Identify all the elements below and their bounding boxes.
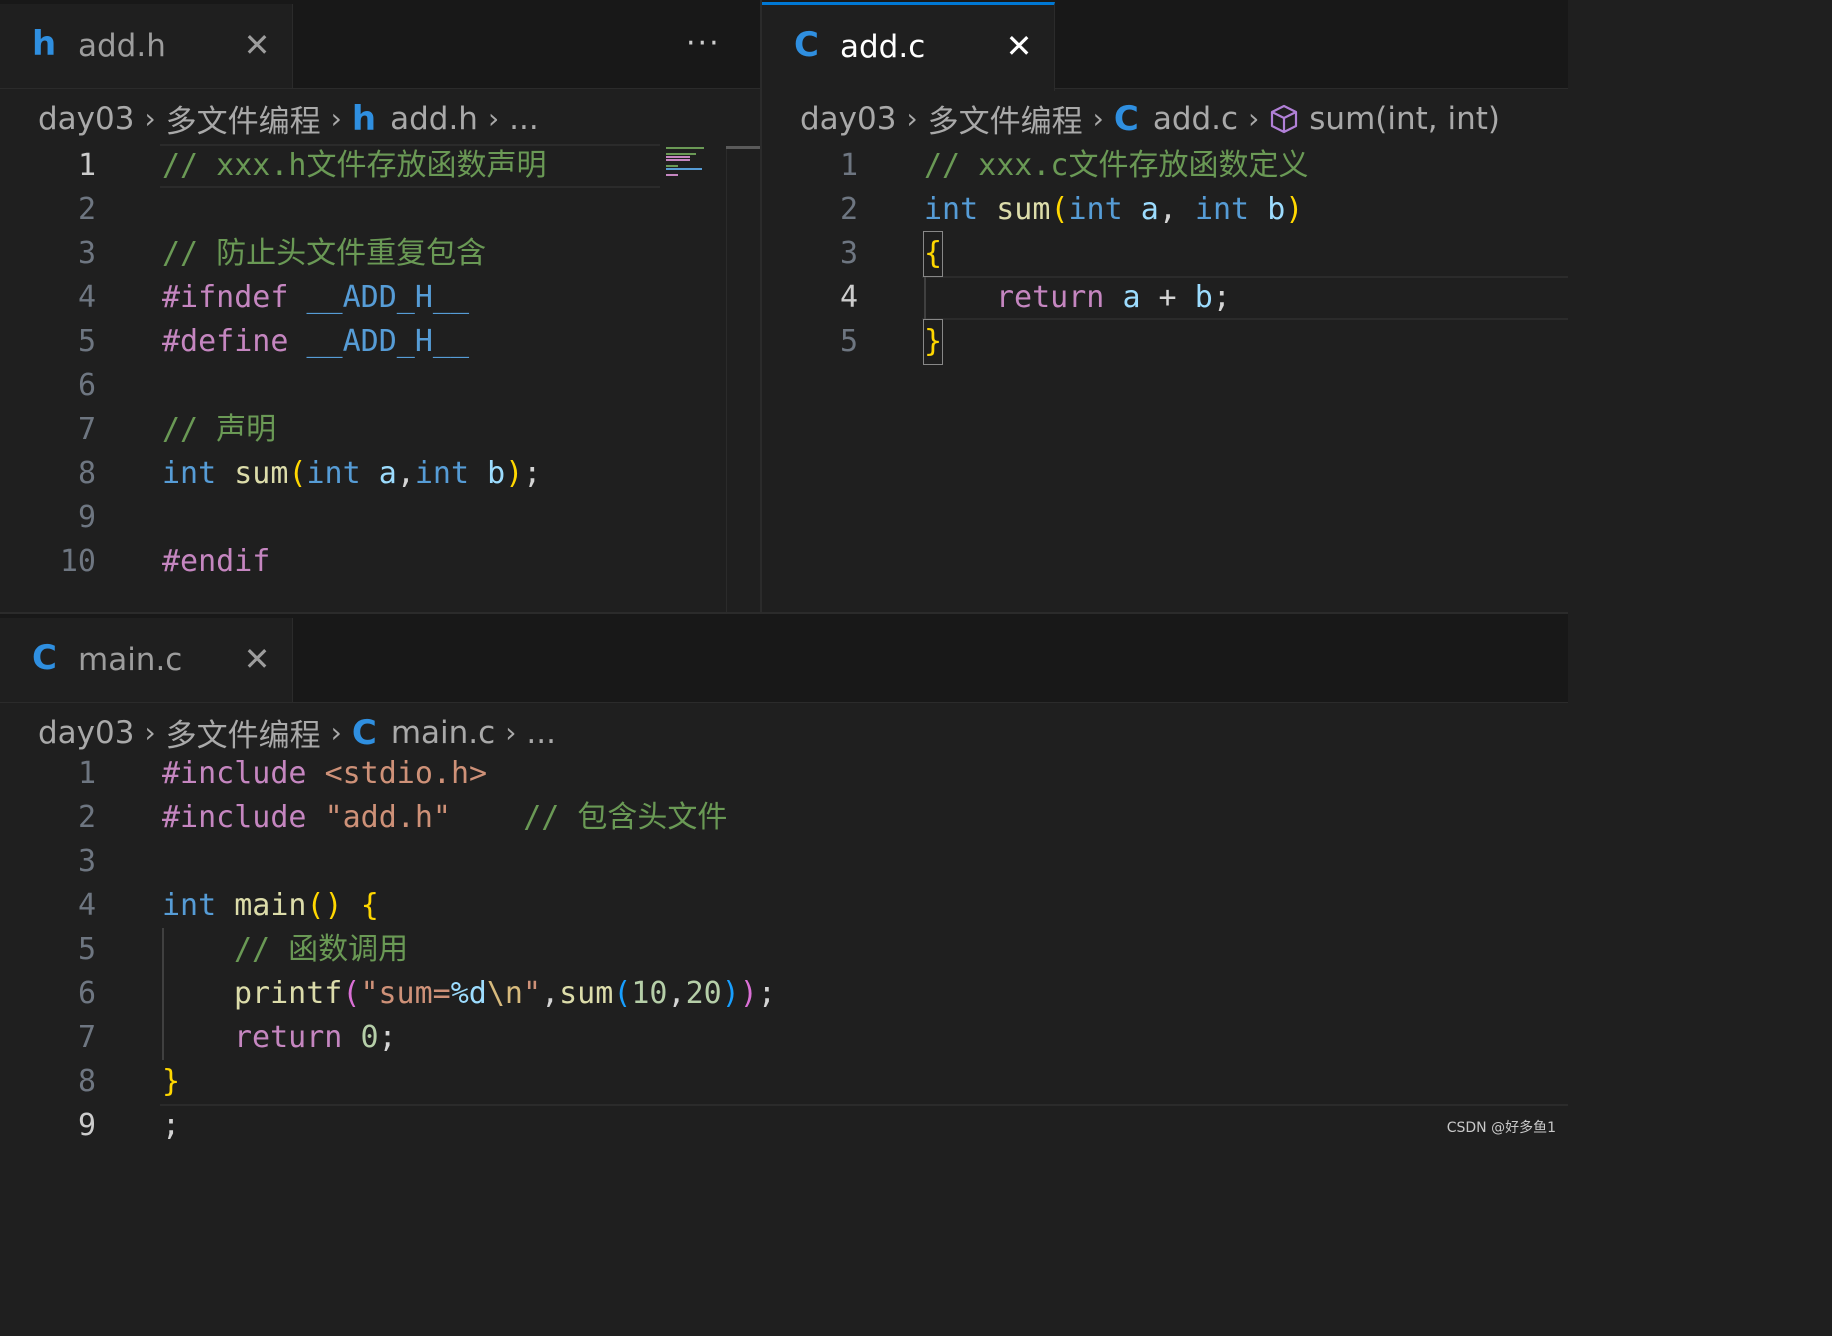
line-number: 4 [77, 280, 96, 315]
breadcrumb-more[interactable]: ... [526, 715, 556, 751]
chevron-right-icon: › [1248, 102, 1260, 135]
code-comment: // xxx.h文件存放函数声明 [162, 148, 547, 183]
line-number: 4 [839, 280, 858, 315]
code-line: return a + b; [996, 280, 1231, 315]
watermark: CSDN @好多鱼1 [1446, 1120, 1556, 1136]
h-file-icon: h [32, 24, 57, 64]
chevron-right-icon: › [330, 716, 342, 749]
chevron-right-icon: › [1092, 102, 1104, 135]
cube-icon [1271, 104, 1298, 133]
line-number: 9 [77, 1108, 96, 1143]
tab-add-h[interactable]: h add.h ✕ [0, 4, 293, 88]
c-file-icon: C [1113, 98, 1139, 139]
c-file-icon: C [351, 712, 377, 753]
tab-main-c[interactable]: C main.c ✕ [0, 618, 293, 702]
breadcrumb-folder[interactable]: 多文件编程 [928, 96, 1083, 141]
line-number: 8 [77, 1064, 96, 1099]
line-number: 2 [77, 800, 96, 835]
editor-pane-main-c[interactable]: C main.c ✕ day03 › 多文件编程 › Cmain.c ›... 1 #inc… [0, 614, 1568, 1143]
code-comment: // 声明 [162, 412, 277, 447]
chevron-right-icon: › [906, 102, 918, 135]
line-number: 7 [77, 412, 96, 447]
line-number: 1 [77, 148, 96, 183]
breadcrumb-file[interactable]: add.c [1153, 101, 1238, 137]
c-file-icon: C [794, 25, 819, 65]
breadcrumb-folder[interactable]: day03 [38, 101, 134, 137]
line-number: 5 [839, 324, 858, 359]
code-comment: // xxx.c文件存放函数定义 [924, 148, 1309, 183]
code-line: return 0; [234, 1020, 397, 1055]
breadcrumb-file[interactable]: add.h [390, 101, 478, 137]
line-number: 6 [77, 368, 96, 403]
chevron-right-icon: › [144, 716, 156, 749]
code-brace: } [922, 319, 944, 365]
code-line: int sum(int a,int b); [162, 456, 542, 491]
line-number: 1 [839, 148, 858, 183]
code-line: #endif [162, 544, 271, 579]
chevron-right-icon: › [505, 716, 517, 749]
editor-pane-add-h[interactable]: h add.h ✕ ··· day03 › 多文件编程 › h add.h ›... 1 //… [0, 0, 760, 612]
line-number: 9 [77, 500, 96, 535]
code-line: int sum(int a, int b) [924, 192, 1304, 227]
line-number: 2 [839, 192, 858, 227]
line-number: 1 [77, 756, 96, 791]
close-icon[interactable]: ✕ [242, 28, 272, 62]
code-comment: // 防止头文件重复包含 [162, 236, 487, 271]
breadcrumb-folder[interactable]: 多文件编程 [166, 96, 321, 141]
tab-bar: C add.c ✕ [762, 0, 1568, 91]
code-line: #ifndef __ADD_H__ [162, 280, 470, 315]
breadcrumb-folder[interactable]: day03 [800, 101, 896, 137]
close-icon[interactable]: ✕ [1004, 29, 1034, 63]
tab-bar: C main.c ✕ [0, 614, 1568, 703]
line-number: 5 [77, 324, 96, 359]
breadcrumb-file[interactable]: main.c [391, 715, 495, 751]
breadcrumb: day03 › 多文件编程 › Cmain.c ›... [38, 710, 556, 755]
line-number: 8 [77, 456, 96, 491]
breadcrumb-more[interactable]: ... [509, 101, 539, 137]
tab-label: main.c [78, 642, 183, 678]
code-line: #define __ADD_H__ [162, 324, 470, 359]
code-editor[interactable]: 1 #include <stdio.h> 2 #include "add.h" //… [0, 752, 1568, 1143]
chevron-right-icon: › [144, 102, 156, 135]
code-line: int main() { [162, 888, 379, 923]
code-line: ; [162, 1108, 181, 1143]
code-editor[interactable]: 1 // xxx.c文件存放函数定义 2 int sum(int a, int b)… [762, 144, 1568, 612]
vertical-scrollbar[interactable] [726, 146, 727, 612]
code-brace: } [162, 1064, 181, 1099]
breadcrumb: day03 › 多文件编程 › h add.h ›... [38, 96, 539, 141]
code-comment: // 函数调用 [234, 932, 409, 967]
line-number: 3 [77, 844, 96, 879]
breadcrumb-folder[interactable]: 多文件编程 [166, 710, 321, 755]
scrollbar-thumb[interactable] [726, 146, 760, 149]
close-icon[interactable]: ✕ [242, 642, 272, 676]
line-number: 5 [77, 932, 96, 967]
code-line: printf("sum=%d\n",sum(10,20)); [234, 976, 776, 1011]
chevron-right-icon: › [330, 102, 342, 135]
code-brace: { [922, 231, 944, 277]
code-line: #include "add.h" // 包含头文件 [162, 800, 728, 835]
line-number: 6 [77, 976, 96, 1011]
tab-label: add.h [78, 28, 166, 64]
line-number: 4 [77, 888, 96, 923]
line-number: 10 [59, 544, 96, 579]
c-file-icon: C [32, 638, 57, 678]
tab-bar: h add.h ✕ ··· [0, 0, 760, 89]
h-file-icon: h [351, 98, 377, 139]
more-actions-icon[interactable]: ··· [686, 26, 721, 61]
minimap[interactable] [664, 146, 708, 182]
tab-label: add.c [840, 29, 926, 65]
breadcrumb-folder[interactable]: day03 [38, 715, 134, 751]
line-number: 3 [839, 236, 858, 271]
tab-add-c[interactable]: C add.c ✕ [762, 2, 1055, 91]
chevron-right-icon: › [487, 102, 500, 135]
code-line: #include <stdio.h> [162, 756, 488, 791]
line-number: 7 [77, 1020, 96, 1055]
editor-pane-add-c[interactable]: C add.c ✕ day03 › 多文件编程 › Cadd.c › sum(int, in… [762, 0, 1568, 612]
breadcrumb-symbol[interactable]: sum(int, int) [1309, 101, 1500, 137]
breadcrumb: day03 › 多文件编程 › Cadd.c › sum(int, int) [800, 96, 1500, 141]
code-editor[interactable]: 1 // xxx.h文件存放函数声明 2 3 // 防止头文件重复包含 4 #ifnd… [0, 144, 760, 612]
line-number: 2 [77, 192, 96, 227]
line-number: 3 [77, 236, 96, 271]
